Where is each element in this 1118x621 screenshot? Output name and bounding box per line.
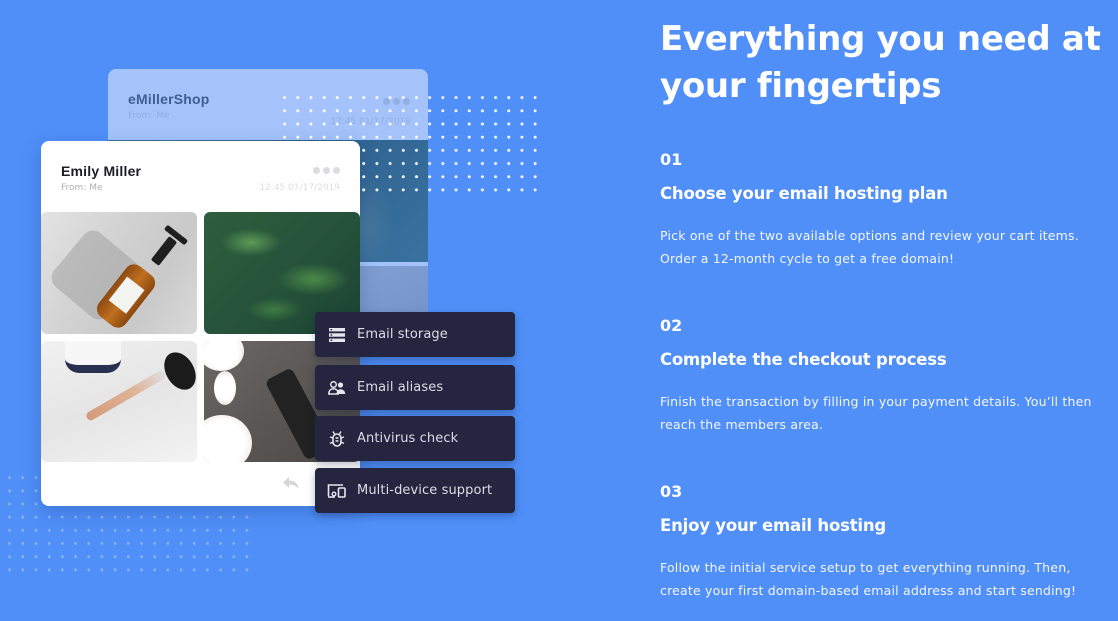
step-number: 02 [660,316,683,335]
step-body: Pick one of the two available options an… [660,228,1079,266]
step-body: Finish the transaction by filling in you… [660,394,1092,432]
step-number: 01 [660,150,683,169]
image-glass-dropper [41,341,197,462]
step-1: 01 Choose your email hosting plan Pick o… [660,150,1110,270]
feature-email-aliases: Email aliases [315,365,515,410]
more-horizontal-icon[interactable] [313,167,340,174]
step-heading: Complete the checkout process [660,350,947,369]
front-email-from: From: Me [61,183,103,193]
feature-label: Email aliases [357,380,444,395]
front-email-card: Emily Miller From: Me 12:45 01/17/2019 [41,141,360,506]
users-icon [327,378,347,398]
devices-icon [327,481,347,501]
back-email-timestamp: 12:45 01/17/2019 [330,117,411,127]
back-email-sender: eMillerShop [128,91,210,107]
feature-antivirus-check: Antivirus check [315,416,515,461]
more-horizontal-icon [383,98,410,105]
step-heading: Choose your email hosting plan [660,184,948,203]
step-3: 03 Enjoy your email hosting Follow the i… [660,482,1110,602]
feature-label: Email storage [357,327,448,342]
step-heading: Enjoy your email hosting [660,516,887,535]
back-email-from: From: Me [128,111,170,121]
reply-icon[interactable] [281,475,301,491]
front-email-timestamp: 12:45 01/17/2019 [259,183,340,193]
feature-label: Antivirus check [357,431,459,446]
bug-icon [327,429,347,449]
feature-multi-device-support: Multi-device support [315,468,515,513]
feature-email-storage: Email storage [315,312,515,357]
feature-label: Multi-device support [357,483,493,498]
page-title: Everything you need at your fingertips [660,19,1101,106]
step-number: 03 [660,482,683,501]
front-email-sender: Emily Miller [61,163,142,179]
step-body: Follow the initial service setup to get … [660,560,1077,598]
image-amber-bottle [41,212,197,334]
storage-icon [327,325,347,345]
step-2: 02 Complete the checkout process Finish … [660,316,1110,436]
